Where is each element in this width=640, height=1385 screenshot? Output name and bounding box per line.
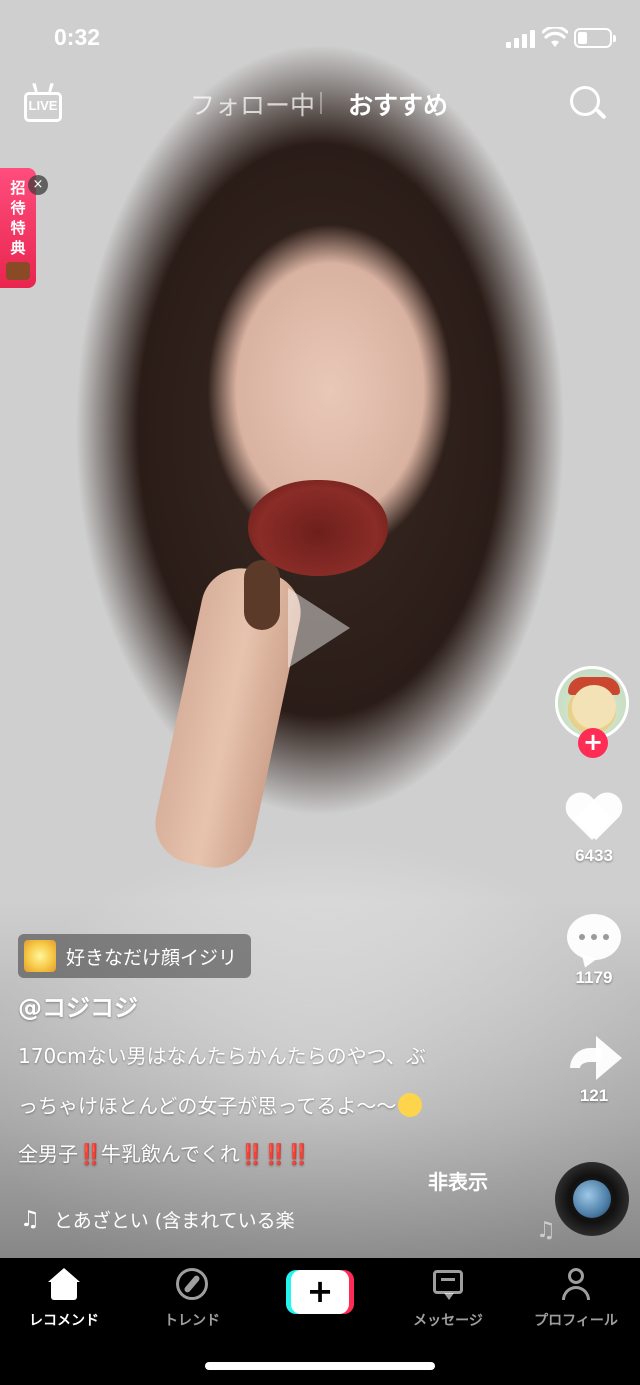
home-indicator[interactable]	[205, 1362, 435, 1370]
tab-for-you[interactable]: おすすめ	[348, 86, 448, 122]
battery-level	[578, 32, 587, 44]
tab-profile-label: プロフィール	[534, 1313, 618, 1329]
creator-username[interactable]: @コジコジ	[18, 988, 138, 1023]
music-marquee[interactable]: ♫ とあざとい (含まれている楽	[20, 1206, 340, 1233]
tab-inbox-label: メッセージ	[413, 1313, 483, 1329]
music-cover	[573, 1180, 611, 1218]
caption-line-2-text: っちゃけほとんどの女子が思ってるよ〜〜	[18, 1094, 397, 1118]
like-button[interactable]: 6433	[556, 790, 632, 866]
music-disc[interactable]	[555, 1162, 629, 1236]
like-count: 6433	[575, 846, 613, 865]
heart-icon	[566, 790, 622, 842]
video-frame-nail	[244, 560, 280, 630]
tiktok-feed-screen: 0:32 LIVE フォロー中 おすすめ 招待特典 × + 6433 1179 …	[0, 0, 640, 1385]
comment-count: 1179	[575, 968, 613, 987]
video-frame-lips	[248, 480, 388, 576]
profile-icon	[556, 1266, 596, 1304]
plus-icon: +	[291, 1270, 349, 1314]
tab-following[interactable]: フォロー中	[190, 86, 315, 122]
comment-button[interactable]: 1179	[556, 910, 632, 988]
music-title: とあざとい (含まれている楽	[53, 1210, 295, 1232]
create-button[interactable]: +	[286, 1270, 354, 1314]
invite-banner-text: 招待特典	[10, 179, 26, 257]
status-time: 0:32	[54, 24, 101, 50]
share-icon	[566, 1032, 622, 1080]
gift-icon	[6, 262, 30, 280]
caption-line-3: 全男子‼️牛乳飲んでくれ‼️‼️‼️	[18, 1138, 311, 1167]
caption-line-3-mid: 牛乳飲んでくれ	[100, 1142, 240, 1166]
close-icon[interactable]: ×	[28, 175, 48, 195]
battery-icon	[574, 28, 616, 48]
message-icon	[428, 1266, 468, 1304]
caption-line-1: 170cmない男はなんたらかんたらのやつ、ぶ	[18, 1044, 426, 1068]
caption-line-2: っちゃけほとんどの女子が思ってるよ〜〜	[18, 1090, 423, 1119]
feed-tabs: フォロー中 おすすめ	[0, 84, 640, 124]
sparkle-icon	[24, 940, 56, 972]
effect-tag[interactable]: 好きなだけ顔イジリ	[18, 934, 252, 978]
search-icon[interactable]	[570, 86, 608, 124]
cellular-signal-icon	[506, 30, 536, 48]
floating-note-icon: ♫	[536, 1218, 556, 1243]
tab-home[interactable]: レコメンド	[0, 1266, 128, 1330]
double-exclamation-icon: ‼️	[78, 1142, 103, 1166]
tab-home-label: レコメンド	[29, 1313, 99, 1329]
tab-divider	[320, 92, 322, 114]
tab-discover[interactable]: トレンド	[128, 1266, 256, 1330]
share-count: 121	[579, 1086, 609, 1105]
tab-discover-label: トレンド	[164, 1313, 220, 1329]
wifi-icon	[542, 27, 568, 47]
share-button[interactable]: 121	[556, 1032, 632, 1106]
tab-profile[interactable]: プロフィール	[512, 1266, 640, 1330]
tab-inbox[interactable]: メッセージ	[384, 1266, 512, 1330]
home-icon	[44, 1266, 84, 1304]
crying-face-icon	[398, 1093, 423, 1117]
status-bar: 0:32	[0, 0, 640, 76]
caption-line-3-pre: 全男子	[18, 1142, 78, 1166]
double-exclamation-icon: ‼️‼️‼️	[239, 1142, 311, 1166]
play-icon[interactable]	[288, 588, 350, 668]
follow-button[interactable]: +	[578, 728, 608, 758]
compass-icon	[172, 1266, 212, 1304]
music-note-icon: ♫	[20, 1207, 40, 1232]
effect-label: 好きなだけ顔イジリ	[66, 946, 238, 969]
hide-caption-button[interactable]: 非表示	[428, 1166, 488, 1195]
comment-icon	[567, 914, 621, 960]
